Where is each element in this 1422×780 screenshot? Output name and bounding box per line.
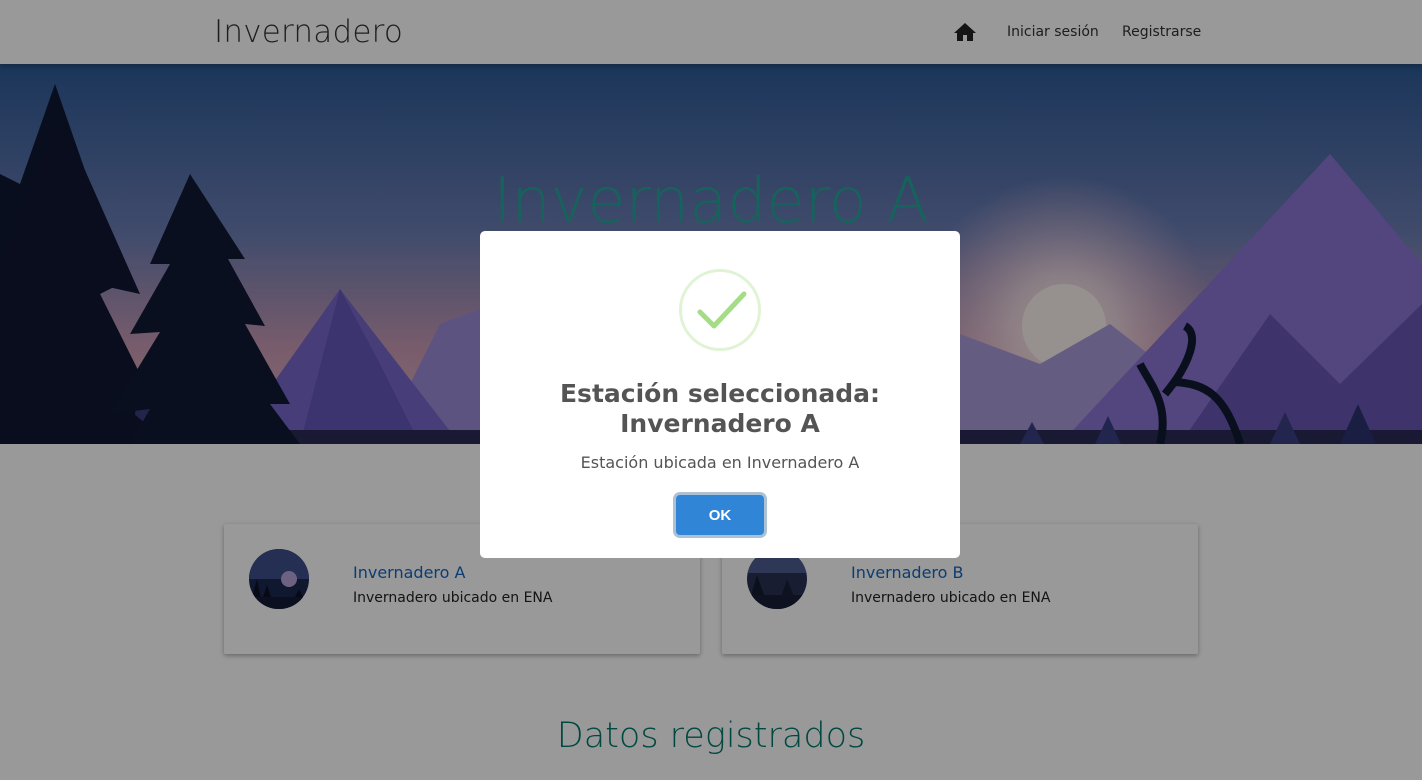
success-check-icon bbox=[679, 269, 761, 351]
ok-button[interactable]: OK bbox=[676, 495, 764, 535]
dialog-title-line1: Estación seleccionada: bbox=[559, 379, 881, 408]
dialog-title: Estación seleccionada: Invernadero A bbox=[480, 379, 960, 439]
dialog-title-line2: Invernadero A bbox=[620, 409, 820, 438]
alert-dialog: Estación seleccionada: Invernadero A Est… bbox=[480, 231, 960, 558]
dialog-message: Estación ubicada en Invernadero A bbox=[580, 453, 860, 472]
